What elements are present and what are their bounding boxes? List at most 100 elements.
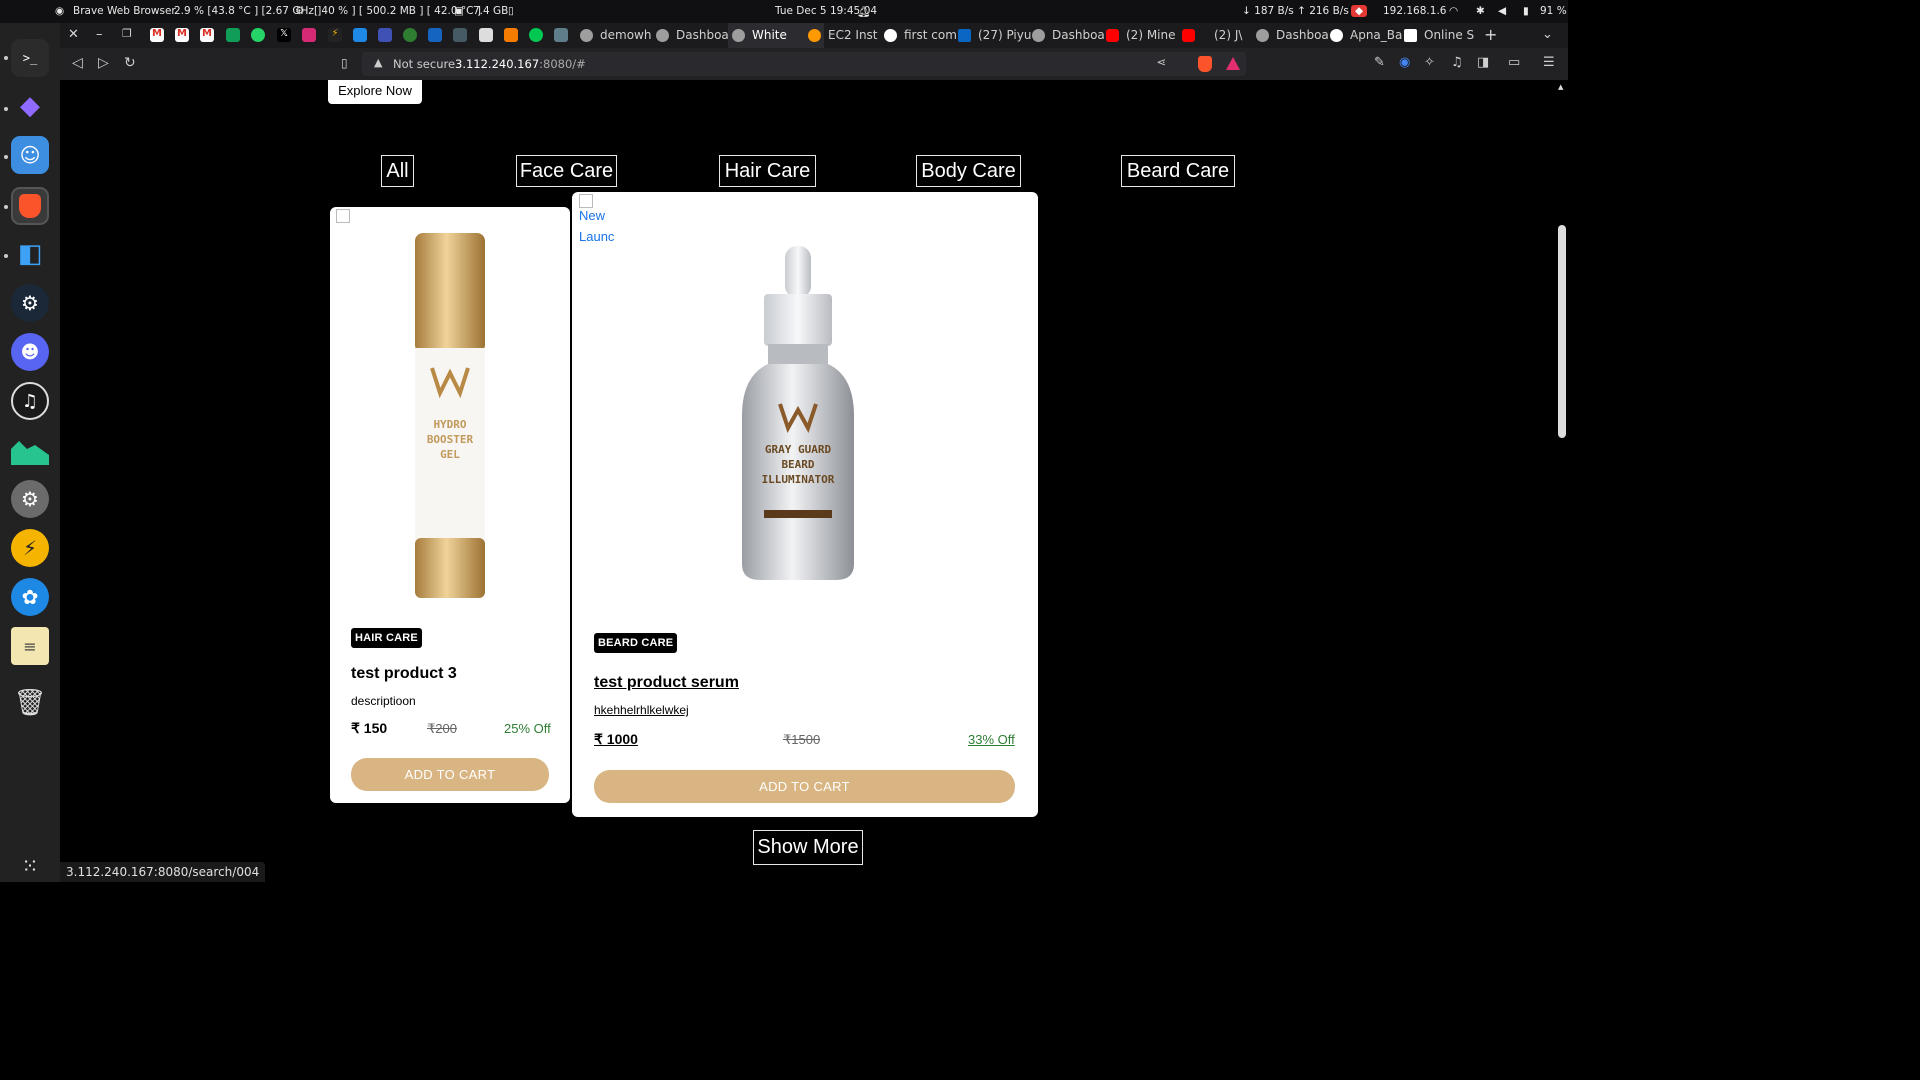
gmail-tab-icon[interactable]: M	[175, 28, 189, 42]
app-tab-icon[interactable]	[378, 28, 392, 42]
product-discount: 25% Off	[504, 721, 551, 736]
tab-label: White	[752, 28, 787, 42]
reload-icon[interactable]: ↻	[124, 55, 136, 71]
cpu-icon: ⚙	[295, 5, 305, 17]
activity-monitor-icon[interactable]	[11, 431, 49, 469]
app-dock: >_ ◆ ☺ ◧ ⚙ ☻ ♫ ⚙ ⚡ ✿ ≡ 🗑︎ ⁙	[0, 23, 60, 882]
app-grid-icon[interactable]: ⁙	[11, 847, 49, 885]
finder-icon[interactable]: ☺	[11, 136, 49, 174]
close-window-icon[interactable]: ✕	[68, 27, 79, 42]
music-icon[interactable]: ♫	[11, 382, 49, 420]
whatsapp-tab-icon[interactable]	[251, 28, 265, 42]
url-host: 3.112.240.167	[455, 57, 540, 71]
filter-body-care[interactable]: Body Care	[916, 155, 1021, 187]
bluetooth-icon[interactable]: ✱	[1476, 5, 1485, 17]
warning-icon[interactable]: ▲	[374, 56, 382, 69]
app-tab-icon[interactable]	[428, 28, 442, 42]
brave-shields-icon[interactable]	[1198, 56, 1212, 72]
security-label[interactable]: Not secure	[393, 57, 455, 71]
wifi-icon[interactable]: ◠	[1449, 5, 1458, 17]
terminal-icon[interactable]: >_	[11, 39, 49, 77]
app-tab-icon[interactable]	[453, 28, 467, 42]
show-more-button[interactable]: Show More	[753, 830, 863, 865]
product-image[interactable]	[740, 246, 856, 582]
bell-icon[interactable]: 🔔︎	[857, 5, 870, 18]
vpn-icon[interactable]: ◆	[1351, 5, 1368, 17]
obsidian-icon[interactable]: ◆	[11, 87, 49, 125]
bottle-label-line: HYDRO	[433, 418, 467, 431]
notes-icon[interactable]: ≡	[11, 627, 49, 665]
add-to-cart-button[interactable]: ADD TO CART	[351, 758, 549, 791]
url-text[interactable]: 3.112.240.167:8080/#	[455, 57, 586, 71]
reeder-icon[interactable]: ⚡	[11, 529, 49, 567]
address-bar[interactable]: ▲ Not secure 3.112.240.167:8080/# ⋖	[362, 52, 1246, 76]
brave-rewards-icon[interactable]	[1226, 57, 1240, 70]
vscode-icon[interactable]: ◧	[11, 235, 49, 273]
tab-favicon-icon	[732, 29, 745, 42]
minimize-window-icon[interactable]: –	[96, 27, 103, 42]
bottle-label: GRAY GUARD BEARD ILLUMINATOR	[740, 442, 856, 487]
forward-icon[interactable]: ▷	[98, 55, 109, 71]
scroll-up-icon[interactable]: ▲	[1558, 83, 1563, 91]
media-icon[interactable]: ♫	[1451, 55, 1463, 70]
wallet-icon[interactable]: ▭	[1508, 55, 1520, 70]
tab-list-chevron-icon[interactable]: ⌄	[1542, 27, 1553, 42]
bookmark-icon[interactable]: ▯	[341, 56, 348, 70]
filter-all[interactable]: All	[381, 155, 414, 187]
battery-icon[interactable]: ▮	[1523, 5, 1529, 17]
product-card[interactable]: HYDRO BOOSTER GEL HAIR CARE test product…	[330, 207, 570, 803]
gmail-tab-icon[interactable]: M	[200, 28, 214, 42]
app-tab-icon[interactable]	[479, 28, 493, 42]
bottle-label-line: ILLUMINATOR	[761, 473, 835, 486]
share-icon[interactable]: ⋖	[1156, 55, 1166, 69]
add-to-cart-button[interactable]: ADD TO CART	[594, 770, 1015, 803]
explore-now-button[interactable]: Explore Now	[328, 80, 422, 104]
x-twitter-tab-icon[interactable]: 𝕏	[277, 28, 291, 42]
product-image[interactable]	[414, 233, 486, 599]
back-icon[interactable]: ◁	[72, 55, 83, 71]
trash-icon[interactable]: 🗑︎	[11, 684, 49, 722]
chrome-extension-icon[interactable]: ◉	[1399, 55, 1410, 70]
app-tab-icon[interactable]: ⚡	[328, 28, 342, 42]
active-app-name[interactable]: Brave Web Browser	[73, 5, 176, 17]
tab-item[interactable]: Online S	[1400, 23, 1496, 48]
tab-label: (2) J\	[1214, 28, 1243, 42]
url-path: :8080/#	[539, 57, 586, 71]
volume-icon[interactable]: ◀︎	[1498, 5, 1506, 17]
tab-label: Online S	[1424, 28, 1475, 42]
extension-icon[interactable]: ✎	[1374, 55, 1385, 70]
app-tab-icon[interactable]	[504, 28, 518, 42]
filter-face-care[interactable]: Face Care	[516, 155, 617, 187]
youtube-icon	[1106, 29, 1119, 42]
tab-label: Dashboa	[1276, 28, 1329, 42]
menu-icon[interactable]: ☰	[1543, 55, 1555, 70]
extensions-puzzle-icon[interactable]: ✧	[1424, 55, 1435, 70]
product-card[interactable]: New Launch GRAY GUARD BEARD ILLUMINATOR …	[572, 192, 1038, 817]
brave-dock-icon[interactable]	[11, 187, 49, 225]
gmail-tab-icon[interactable]: M	[150, 28, 164, 42]
app-tab-icon[interactable]	[529, 28, 543, 42]
product-title[interactable]: test product serum	[594, 674, 739, 692]
steam-icon[interactable]: ⚙	[11, 284, 49, 322]
battery-level: 91 %	[1540, 5, 1567, 17]
system-settings-icon[interactable]: ⚙	[11, 480, 49, 518]
filter-beard-care[interactable]: Beard Care	[1121, 155, 1235, 187]
filter-hair-care[interactable]: Hair Care	[719, 155, 816, 187]
github-icon	[1330, 29, 1343, 42]
product-title[interactable]: test product 3	[351, 665, 457, 683]
sidebar-icon[interactable]: ◨	[1477, 55, 1489, 70]
app-tab-icon[interactable]	[353, 28, 367, 42]
google-drive-tab-icon[interactable]	[226, 28, 240, 42]
discord-icon[interactable]: ☻	[11, 333, 49, 371]
scrollbar-track[interactable]	[1556, 80, 1568, 882]
preferences-icon[interactable]: ✿	[11, 578, 49, 616]
web-page: Explore Now All Face Care Hair Care Body…	[60, 80, 1556, 882]
running-indicator	[4, 254, 8, 258]
scrollbar-thumb[interactable]	[1558, 225, 1566, 438]
new-tab-icon[interactable]: +	[1484, 25, 1497, 44]
app-tab-icon[interactable]	[403, 28, 417, 42]
instagram-tab-icon[interactable]	[302, 28, 316, 42]
restore-window-icon[interactable]: ❐	[122, 27, 132, 40]
chatgpt-tab-icon[interactable]	[554, 28, 568, 42]
product-description: hkehhelrhlkelwkej	[594, 703, 689, 717]
